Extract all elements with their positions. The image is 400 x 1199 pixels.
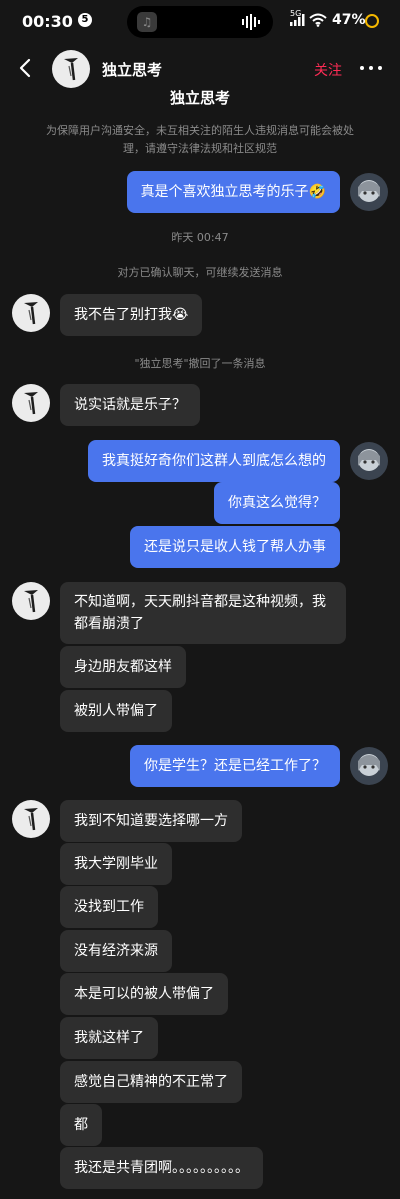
message-incoming[interactable]: 不知道啊，天天刷抖音都是这种视频，我都看崩溃了 — [60, 582, 346, 644]
timestamp: 昨天 00:47 — [171, 231, 229, 244]
message-incoming[interactable]: 没有经济来源 — [60, 930, 172, 972]
message-outgoing[interactable]: 你真这么觉得？ — [214, 482, 340, 524]
message-incoming[interactable]: 感觉自己精神的不正常了 — [60, 1061, 242, 1103]
contact-avatar[interactable] — [12, 582, 50, 620]
safety-notice: 为保障用户沟通安全，未互相关注的陌生人违规消息可能会被处理，请遵守法律法规和社区… — [46, 124, 354, 155]
message-incoming[interactable]: 没找到工作 — [60, 886, 158, 928]
message-incoming[interactable]: 我不告了别打我😭 — [60, 294, 203, 336]
message-outgoing[interactable]: 还是说只是收人钱了帮人办事 — [130, 526, 340, 568]
audio-wave-icon — [242, 14, 260, 30]
recall-notice: "独立思考"撤回了一条消息 — [134, 357, 266, 370]
contact-name: 独立思考 — [102, 61, 163, 79]
message-incoming[interactable]: 被别人带偏了 — [60, 690, 172, 732]
message-incoming[interactable]: 我就这样了 — [60, 1017, 158, 1059]
notification-count-badge: 5 — [78, 13, 92, 27]
status-time: 00:30 — [22, 12, 73, 31]
signal-icon — [290, 14, 305, 26]
chat-title: 独立思考 — [169, 89, 230, 107]
contact-avatar[interactable] — [12, 800, 50, 838]
message-incoming[interactable]: 说实话就是乐子？ — [60, 384, 200, 426]
message-outgoing[interactable]: 你是学生？还是已经工作了？ — [130, 745, 340, 787]
my-avatar[interactable] — [350, 173, 388, 211]
status-bar: 00:30 5 ♫ 5G 47% — [0, 0, 400, 44]
my-avatar[interactable] — [350, 747, 388, 785]
system-message: 对方已确认聊天，可继续发送消息 — [117, 266, 283, 279]
dynamic-island[interactable]: ♫ — [127, 6, 273, 38]
follow-button[interactable]: 关注 — [314, 60, 342, 80]
message-incoming[interactable]: 身边朋友都这样 — [60, 646, 186, 688]
message-incoming[interactable]: 都 — [60, 1104, 102, 1146]
back-arrow-icon[interactable] — [14, 56, 38, 80]
message-incoming[interactable]: 本是可以的被人带偏了 — [60, 973, 228, 1015]
battery-level: 47% — [332, 12, 366, 28]
message-incoming[interactable]: 我还是共青团啊。。。。。。。。。。 — [60, 1147, 263, 1189]
more-options-icon[interactable] — [360, 58, 384, 78]
message-incoming[interactable]: 我大学刚毕业 — [60, 843, 172, 885]
music-icon: ♫ — [137, 12, 157, 32]
message-outgoing[interactable]: 我真挺好奇你们这群人到底怎么想的 — [88, 440, 340, 482]
message-outgoing[interactable]: 真是个喜欢独立思考的乐子🤣 — [126, 171, 340, 213]
contact-avatar[interactable] — [12, 294, 50, 332]
my-avatar[interactable] — [350, 442, 388, 480]
wifi-icon — [309, 13, 327, 27]
battery-icon — [365, 14, 379, 28]
contact-avatar[interactable] — [52, 50, 90, 88]
message-incoming[interactable]: 我到不知道要选择哪一方 — [60, 800, 242, 842]
contact-avatar[interactable] — [12, 384, 50, 422]
